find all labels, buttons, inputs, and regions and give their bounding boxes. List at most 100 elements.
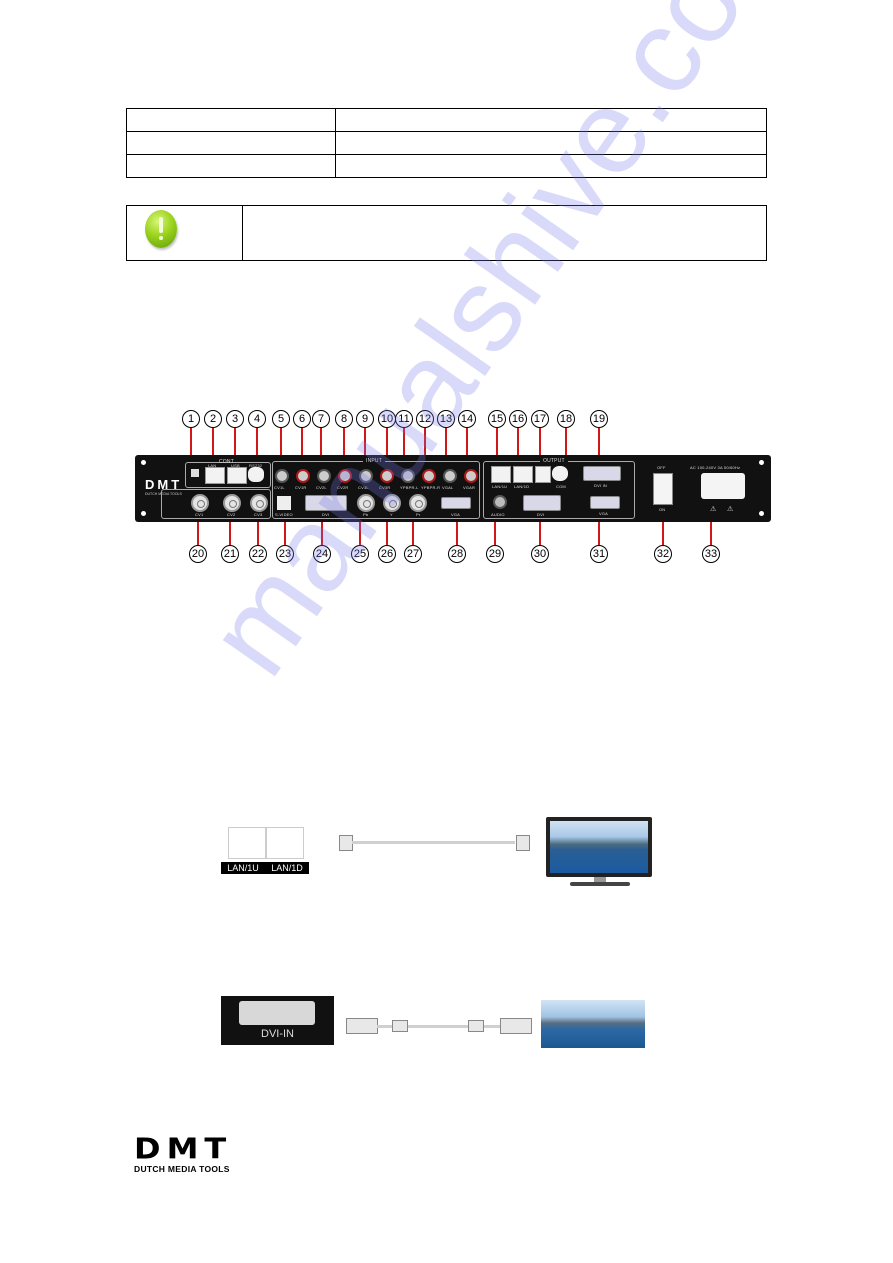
callout-number: 1	[182, 410, 200, 428]
callout-number: 27	[404, 545, 422, 563]
rear-panel: DMT DUTCH MEDIA TOOLS CONT LAN USB RS232…	[135, 455, 771, 522]
callout-leader-line	[190, 428, 192, 456]
label-audio: AUDIO	[491, 512, 505, 517]
callout-leader-line	[364, 428, 366, 456]
note-box	[126, 205, 767, 261]
callout-number: 16	[509, 410, 527, 428]
label-usb: USB	[231, 463, 240, 468]
warning-icon: ⚠	[727, 506, 734, 513]
callout-number: 22	[249, 545, 267, 563]
callout-leader-line	[494, 521, 496, 545]
label-dvi-output: DVI	[537, 512, 545, 517]
label-pr: Pr	[416, 512, 421, 517]
dvi-plug-icon	[346, 1018, 378, 1034]
callout-leader-line	[598, 521, 600, 545]
callout-number: 9	[356, 410, 374, 428]
mount-hole	[141, 460, 146, 465]
label-cv3: CV3	[254, 512, 263, 517]
svideo-port	[277, 496, 291, 510]
label-cv2l: CV2L	[316, 485, 327, 490]
ypbprl-rca-jack	[401, 469, 415, 483]
table-cell	[126, 131, 336, 155]
cv1r-rca-jack	[296, 469, 310, 483]
com-port	[552, 466, 568, 481]
usb-output-port	[535, 466, 551, 483]
ferrite-core-icon	[392, 1020, 408, 1032]
lan-1u-jack-icon	[228, 827, 266, 859]
callout-number: 29	[486, 545, 504, 563]
callout-leader-line	[466, 428, 468, 456]
callout-leader-line	[280, 428, 282, 456]
ypbprr-rca-jack	[422, 469, 436, 483]
callout-leader-line	[386, 428, 388, 456]
vgal-rca-jack	[443, 469, 457, 483]
pb-bnc-port	[357, 494, 375, 512]
power-switch[interactable]	[653, 473, 673, 505]
audio-port	[493, 495, 507, 509]
lan-port	[205, 467, 225, 484]
callout-leader-line	[284, 521, 286, 545]
callout-number: 24	[313, 545, 331, 563]
label-ypbprr: YPBPR-R	[421, 485, 441, 490]
callout-leader-line	[359, 521, 361, 545]
label-cv1l: CV1L	[274, 485, 285, 490]
mount-hole	[141, 511, 146, 516]
cv2l-rca-jack	[317, 469, 331, 483]
display-image	[541, 1000, 645, 1048]
table-row	[126, 154, 767, 178]
label-vga-input: VGA	[451, 512, 461, 517]
callout-number: 31	[590, 545, 608, 563]
mount-hole	[759, 460, 764, 465]
label-off: OFF	[657, 465, 666, 470]
label-lan: LAN	[208, 463, 217, 468]
cv3l-rca-jack	[359, 469, 373, 483]
callout-number: 15	[488, 410, 506, 428]
cable-plug-icon	[516, 835, 530, 851]
power-rating-label: AC 100-240V 3A 50/60Hz	[690, 465, 741, 470]
lan-1u-port	[491, 466, 511, 483]
cv1l-rca-jack	[275, 469, 289, 483]
table-cell	[126, 108, 336, 132]
callout-leader-line	[234, 428, 236, 456]
lan-1d-jack-icon	[266, 827, 304, 859]
callout-leader-line	[710, 521, 712, 545]
callout-number: 19	[590, 410, 608, 428]
cv1-bnc-port	[191, 494, 209, 512]
callout-number: 2	[204, 410, 222, 428]
dip-switch-icon	[191, 469, 199, 477]
label-on: ON	[659, 507, 666, 512]
callout-number: 6	[293, 410, 311, 428]
callout-number: 23	[276, 545, 294, 563]
label-cv3r: CV3R	[379, 485, 391, 490]
callout-leader-line	[386, 521, 388, 545]
label-ypbprl: YPBPR-L	[400, 485, 419, 490]
callout-number: 28	[448, 545, 466, 563]
callout-leader-line	[456, 521, 458, 545]
table-cell	[335, 108, 767, 132]
dmt-logo: DMT DUTCH MEDIA TOOLS	[134, 1134, 232, 1174]
label-lan1d: LAN/1D	[514, 484, 530, 489]
y-bnc-port	[383, 494, 401, 512]
callout-leader-line	[343, 428, 345, 456]
label-rs232: RS232	[249, 463, 263, 468]
note-text	[243, 206, 766, 260]
callout-leader-line	[445, 428, 447, 456]
callout-leader-line	[321, 521, 323, 545]
cv3r-rca-jack	[380, 469, 394, 483]
callout-number: 26	[378, 545, 396, 563]
label-pb: Pb	[363, 512, 369, 517]
vga-input-port	[441, 497, 471, 509]
label-dvi-input: DVI	[322, 512, 330, 517]
network-cable	[352, 841, 515, 844]
callout-number: 20	[189, 545, 207, 563]
dvi-plug-icon	[500, 1018, 532, 1034]
monitor-base	[570, 882, 630, 886]
watermark: manualshive.com	[181, 0, 827, 699]
dvi-in-label: DVI-IN	[261, 1028, 294, 1040]
callout-leader-line	[565, 428, 567, 456]
dvi-output-port	[523, 495, 561, 511]
cv2-bnc-port	[223, 494, 241, 512]
dvi-input-port	[305, 495, 347, 511]
label-cv2: CV2	[227, 512, 236, 517]
lan-port-labels: LAN/1U LAN/1D	[221, 862, 309, 874]
